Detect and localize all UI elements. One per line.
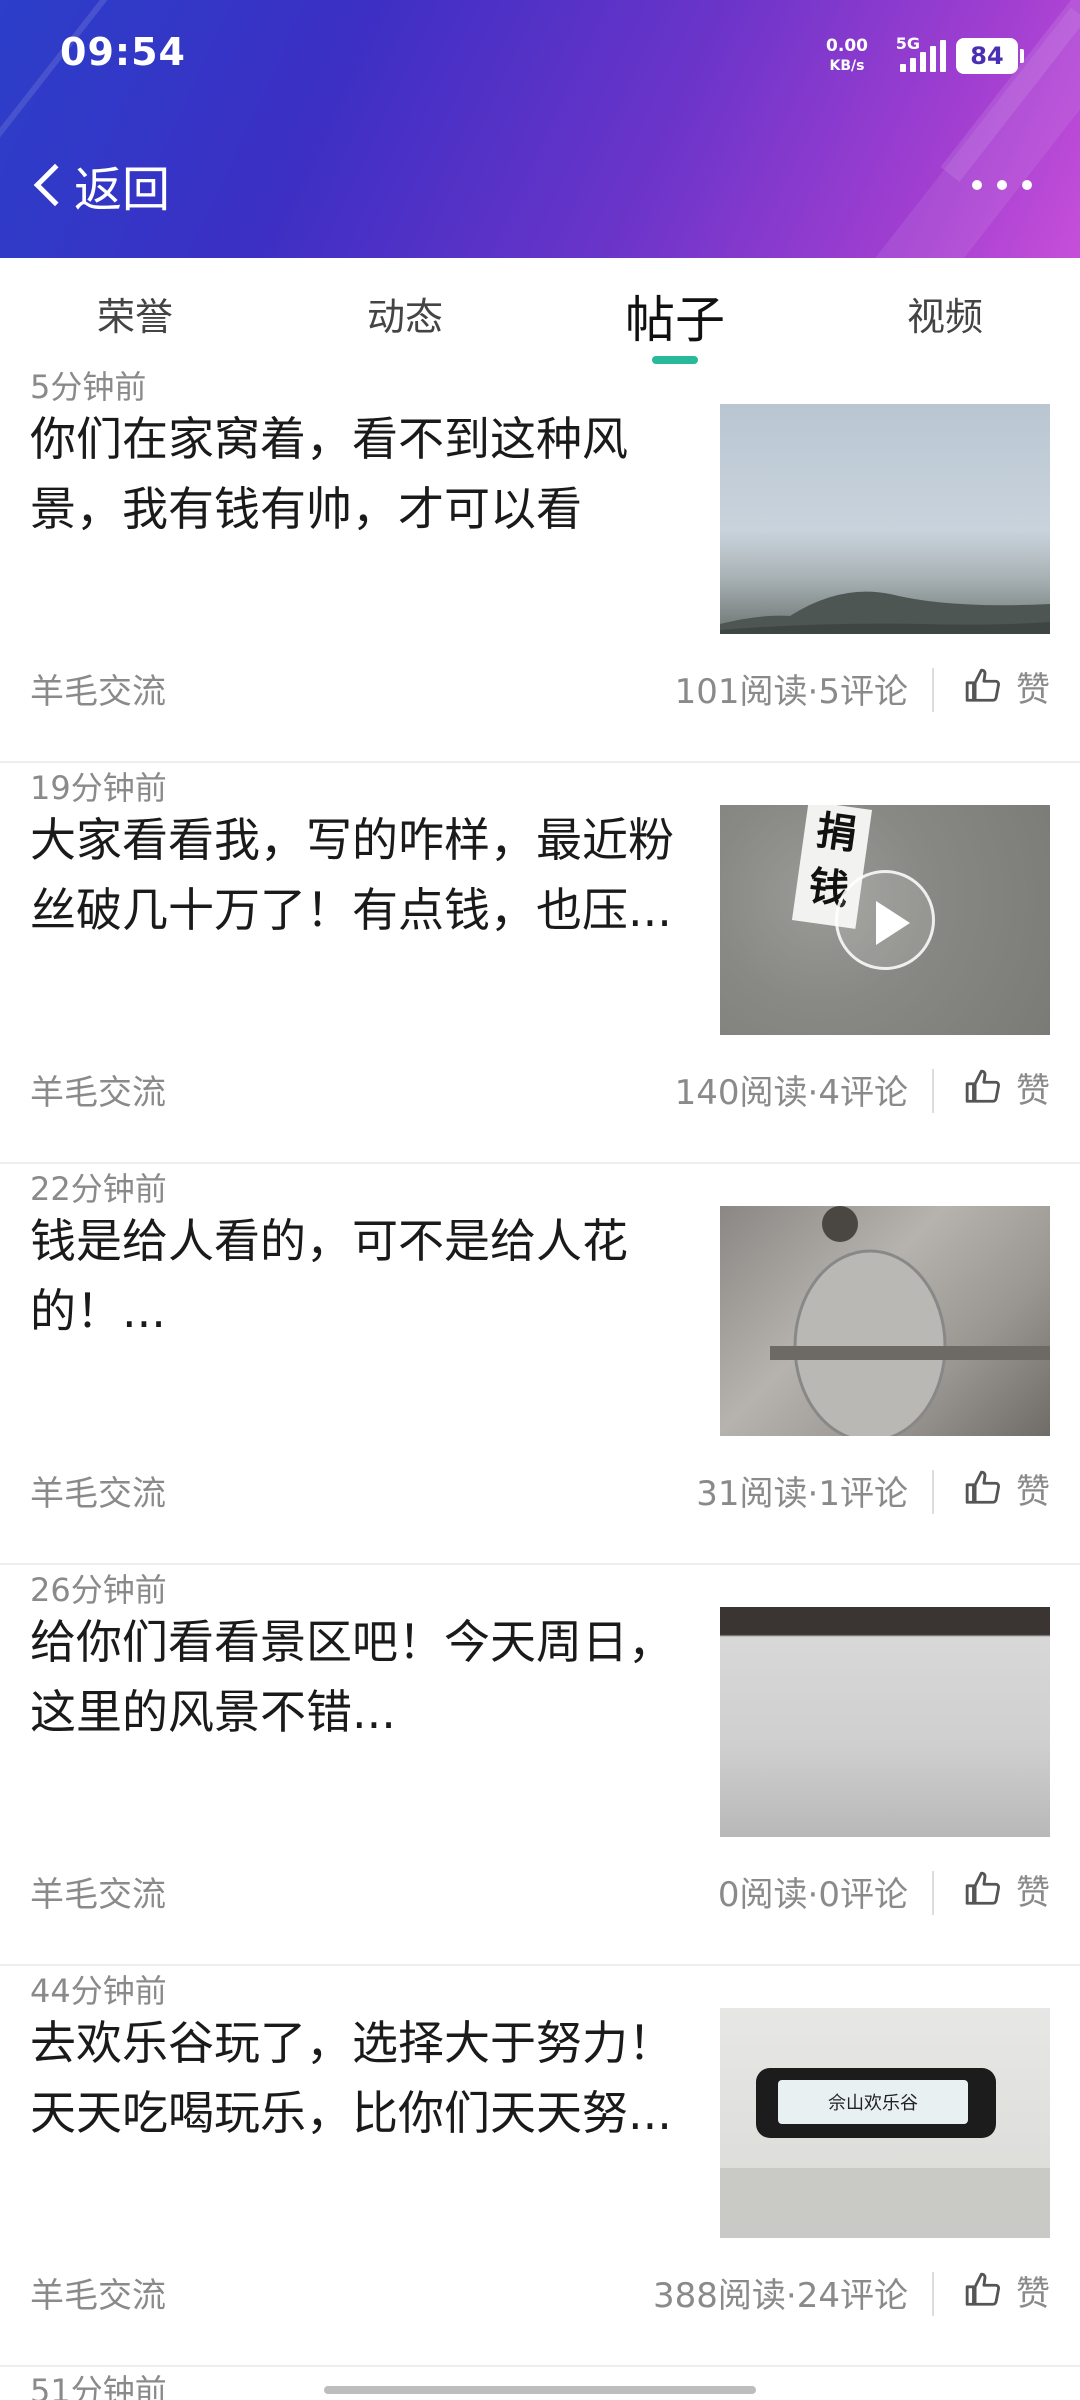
thumbs-up-icon: [965, 1470, 1000, 1504]
post-stats: 388阅读·24评论: [653, 2276, 908, 2316]
like-label: 赞: [1016, 669, 1050, 710]
thumbs-up-icon: [965, 668, 1000, 702]
app-header: 09:54 0.00 KB/s 5G 84 返回: [0, 0, 1080, 258]
like-label: 赞: [1016, 1070, 1050, 1111]
network-speed-unit: KB/s: [829, 58, 865, 74]
post-author[interactable]: 羊毛交流: [30, 1466, 166, 1515]
post-time: 44分钟前: [30, 1972, 167, 2010]
tab-label: 动态: [366, 295, 443, 339]
network-speed-value: 0.00: [826, 36, 868, 56]
post-stats: 0阅读·0评论: [717, 1875, 908, 1915]
post-item[interactable]: 44分钟前 去欢乐谷玩了，选择大于努力！天天吃喝玩乐，比你们天天努... 佘山欢…: [0, 1966, 1080, 2367]
post-author[interactable]: 羊毛交流: [30, 1065, 166, 1114]
thumbnail-image-sky: [720, 404, 1050, 634]
post-title[interactable]: 去欢乐谷玩了，选择大于努力！天天吃喝玩乐，比你们天天努...: [30, 2008, 715, 2148]
post-thumbnail[interactable]: [720, 404, 1050, 634]
post-list: 5分钟前 你们在家窝着，看不到这种风景，我有钱有帅，才可以看到！... 羊毛交流…: [0, 362, 1080, 2367]
bus-display-screen: 佘山欢乐谷: [778, 2080, 968, 2124]
more-button[interactable]: [972, 170, 1032, 200]
post-time-partial: 51分钟前: [30, 2372, 167, 2400]
divider: [932, 1470, 934, 1514]
post-author[interactable]: 羊毛交流: [30, 664, 166, 713]
post-stats: 140阅读·4评论: [674, 1073, 908, 1113]
back-label: 返回: [74, 162, 171, 218]
play-icon[interactable]: [835, 870, 935, 970]
tab-label: 荣誉: [96, 295, 173, 339]
like-label: 赞: [1016, 1872, 1050, 1913]
divider: [932, 1871, 934, 1915]
back-button[interactable]: 返回: [30, 150, 170, 220]
like-label: 赞: [1016, 1471, 1050, 1512]
post-thumbnail[interactable]: [720, 1206, 1050, 1436]
thumbs-up-icon: [965, 1069, 1000, 1103]
thumbnail-image-scenic: [720, 1607, 1050, 1837]
post-item[interactable]: 19分钟前 大家看看我，写的咋样，最近粉丝破几十万了！有点钱，也压... 捐钱 …: [0, 763, 1080, 1164]
signal-icon: [900, 40, 946, 72]
post-time: 22分钟前: [30, 1170, 167, 1208]
home-indicator[interactable]: [324, 2386, 756, 2394]
post-author[interactable]: 羊毛交流: [30, 1867, 166, 1916]
clock: 09:54: [60, 30, 186, 74]
like-button[interactable]: 赞: [964, 1460, 1050, 1516]
tab-label: 视频: [906, 295, 983, 339]
post-time: 26分钟前: [30, 1571, 167, 1609]
more-dot: [972, 180, 982, 190]
network-speed: 0.00 KB/s: [826, 36, 868, 76]
like-label: 赞: [1016, 2273, 1050, 2314]
thumbnail-image-wall: 捐钱: [720, 805, 1050, 1035]
bus-display: 佘山欢乐谷: [756, 2068, 996, 2138]
like-button[interactable]: 赞: [964, 1861, 1050, 1917]
like-button[interactable]: 赞: [964, 1059, 1050, 1115]
battery-level: 84: [970, 42, 1004, 70]
post-stats: 101阅读·5评论: [674, 672, 908, 712]
post-thumbnail[interactable]: 佘山欢乐谷: [720, 2008, 1050, 2238]
post-thumbnail[interactable]: 捐钱: [720, 805, 1050, 1035]
post-title[interactable]: 钱是给人看的，可不是给人花的！...: [30, 1206, 715, 1346]
more-dot: [1022, 180, 1032, 190]
post-author[interactable]: 羊毛交流: [30, 2268, 166, 2317]
more-dot: [997, 180, 1007, 190]
post-time: 19分钟前: [30, 769, 167, 807]
post-stats: 31阅读·1评论: [696, 1474, 908, 1514]
tab-posts[interactable]: 帖子: [540, 258, 810, 364]
post-item[interactable]: 5分钟前 你们在家窝着，看不到这种风景，我有钱有帅，才可以看到！... 羊毛交流…: [0, 362, 1080, 763]
thumbs-up-icon: [965, 1871, 1000, 1905]
tab-videos[interactable]: 视频: [810, 258, 1080, 362]
tab-honor[interactable]: 荣誉: [0, 258, 270, 362]
post-item[interactable]: 26分钟前 给你们看看景区吧！今天周日，这里的风景不错... 羊毛交流 0阅读·…: [0, 1565, 1080, 1966]
tab-activity[interactable]: 动态: [270, 258, 540, 362]
bus-display-text: 佘山欢乐谷: [828, 2093, 918, 2114]
post-title[interactable]: 你们在家窝着，看不到这种风景，我有钱有帅，才可以看到！...: [30, 404, 715, 544]
like-button[interactable]: 赞: [964, 658, 1050, 714]
tab-bar: 荣誉 动态 帖子 视频: [0, 258, 1080, 364]
thumbnail-image-bus: 佘山欢乐谷: [720, 2008, 1050, 2238]
metal-details: [770, 1206, 1050, 1436]
hill-shape: [720, 591, 1050, 634]
tab-label: 帖子: [625, 291, 725, 349]
bus-interior: [720, 2168, 1050, 2238]
divider: [932, 668, 934, 712]
post-title[interactable]: 给你们看看景区吧！今天周日，这里的风景不错...: [30, 1607, 715, 1747]
post-item[interactable]: 22分钟前 钱是给人看的，可不是给人花的！... 羊毛交流 31阅读·1评论 赞: [0, 1164, 1080, 1565]
post-thumbnail[interactable]: [720, 1607, 1050, 1837]
post-time: 5分钟前: [30, 368, 147, 406]
thumbs-up-icon: [965, 2272, 1000, 2306]
divider: [932, 1069, 934, 1113]
like-button[interactable]: 赞: [964, 2262, 1050, 2318]
post-title[interactable]: 大家看看我，写的咋样，最近粉丝破几十万了！有点钱，也压...: [30, 805, 715, 945]
divider: [932, 2272, 934, 2316]
chevron-left-icon: [33, 163, 77, 207]
status-bar: 09:54 0.00 KB/s 5G 84: [0, 0, 1080, 110]
battery-icon: 84: [956, 38, 1024, 74]
thumbnail-image-metal: [720, 1206, 1050, 1436]
